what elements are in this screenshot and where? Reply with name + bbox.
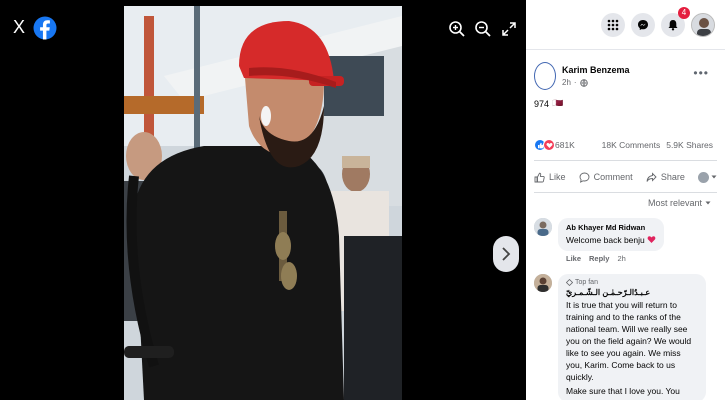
profile-photo-icon <box>692 13 714 36</box>
post-text-content: 974 <box>534 98 550 109</box>
love-reaction-icon <box>543 139 555 151</box>
like-label: Like <box>549 172 566 182</box>
profile-avatar[interactable] <box>691 12 715 37</box>
shares-count[interactable]: 5.9K Shares <box>666 140 713 150</box>
comment-text-content: Welcome back benju <box>566 235 645 245</box>
sort-label: Most relevant <box>647 198 702 208</box>
comment-text-overflow: Make sure that I love you. You <box>566 386 680 396</box>
diamond-badge-icon <box>566 279 573 286</box>
post-actions: Like Comment Share <box>534 164 717 190</box>
grid-menu-icon <box>607 19 619 30</box>
user-mini-avatar <box>697 171 709 183</box>
comment-author[interactable]: عـبـدُالـرّحـمٰـن الـشّـمـريّ <box>566 288 698 297</box>
commenter-photo-icon <box>534 274 552 292</box>
post-options-button[interactable]: ••• <box>693 66 709 80</box>
divider <box>534 192 717 193</box>
post-text: 974 🇶🇦 <box>534 98 563 109</box>
comment-time[interactable]: 2h <box>617 254 625 263</box>
comment-item: Top fan عـبـدُالـرّحـمٰـن الـشّـمـريّ It… <box>534 274 706 400</box>
post-photo <box>124 6 402 400</box>
comment-icon <box>579 172 590 183</box>
author-avatar[interactable] <box>534 62 556 90</box>
comment-like-button[interactable]: Like <box>566 254 581 263</box>
photo-viewer: X <box>0 0 526 400</box>
comment-sort-dropdown[interactable]: Most relevant <box>648 198 711 208</box>
red-heart-icon <box>647 236 656 243</box>
comment-bubble: Top fan عـبـدُالـرّحـمٰـن الـشّـمـريّ It… <box>558 274 706 400</box>
zoom-out-icon[interactable] <box>474 20 492 38</box>
notifications-button[interactable]: 4 <box>661 6 690 37</box>
thumbs-up-icon <box>534 172 545 182</box>
comment-author[interactable]: Ab Khayer Md Ridwan <box>566 223 656 232</box>
commenter-photo-icon <box>534 218 552 236</box>
reaction-stats: 681K 18K Comments 5.9K Shares <box>534 138 713 152</box>
facebook-logo-icon[interactable] <box>33 12 57 44</box>
reaction-icons[interactable] <box>534 139 555 151</box>
comment-text: It is true that you will return to train… <box>566 300 692 382</box>
menu-button[interactable] <box>601 12 625 37</box>
divider <box>534 160 717 161</box>
top-fan-badge: Top fan <box>566 279 698 286</box>
close-button[interactable]: X <box>10 16 28 38</box>
share-button[interactable]: Share <box>646 171 685 183</box>
caret-down-icon <box>711 175 717 179</box>
fullscreen-icon[interactable] <box>500 20 518 38</box>
share-arrow-icon <box>646 171 657 182</box>
comment-label: Comment <box>593 172 633 182</box>
post-meta: 2h · <box>562 78 630 87</box>
notification-badge: 4 <box>678 6 690 19</box>
messenger-button[interactable] <box>631 12 655 37</box>
commenter-avatar[interactable] <box>534 274 552 292</box>
qatar-flag-icon: 🇶🇦 <box>552 98 564 108</box>
author-name[interactable]: Karim Benzema <box>562 65 630 75</box>
messenger-icon <box>638 19 648 30</box>
post-panel: 4 Karim Benzema 2h · ••• 974 🇶🇦 681K 18K… <box>526 0 725 400</box>
post-header: Karim Benzema 2h · <box>534 62 630 90</box>
separator-dot: · <box>573 78 577 87</box>
next-photo-button[interactable] <box>493 236 519 272</box>
like-button[interactable]: Like <box>534 172 566 183</box>
bell-icon <box>668 19 678 30</box>
comment-actions: Like Reply 2h <box>558 254 664 263</box>
top-bar: 4 <box>526 0 725 50</box>
caret-down-icon <box>705 201 711 205</box>
comment-text: Welcome back benju <box>566 234 656 246</box>
chevron-right-icon <box>502 247 511 261</box>
comments-count[interactable]: 18K Comments <box>602 140 661 150</box>
post-time[interactable]: 2h <box>562 78 571 87</box>
reactions-count[interactable]: 681K <box>555 140 575 150</box>
globe-icon <box>579 78 588 87</box>
viewer-tools <box>448 20 518 38</box>
share-audience-button[interactable] <box>697 171 717 183</box>
comment-bubble: Ab Khayer Md Ridwan Welcome back benju <box>558 218 665 251</box>
top-fan-label: Top fan <box>575 279 598 286</box>
commenter-avatar[interactable] <box>534 218 552 236</box>
comment-button[interactable]: Comment <box>579 172 633 183</box>
zoom-in-icon[interactable] <box>448 20 466 38</box>
share-label: Share <box>660 172 685 182</box>
comment-reply-button[interactable]: Reply <box>589 254 609 263</box>
comment-item: Ab Khayer Md Ridwan Welcome back benju L… <box>534 218 665 263</box>
